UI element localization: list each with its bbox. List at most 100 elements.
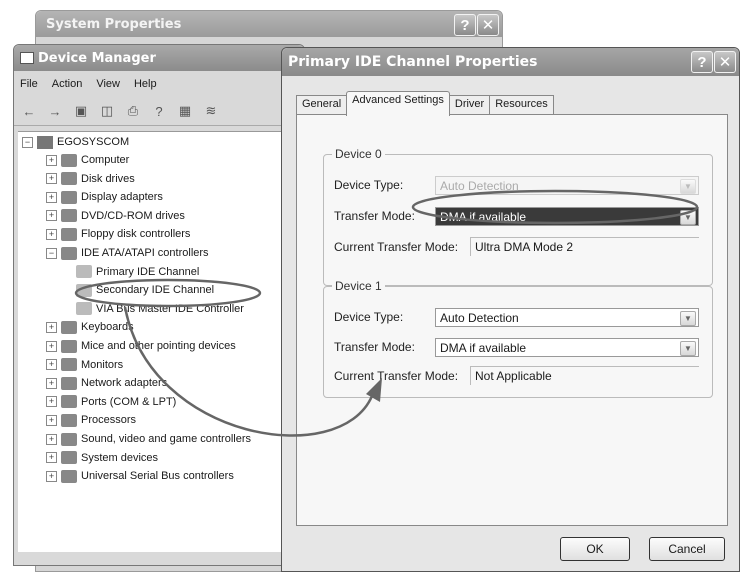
device1-type-select[interactable]: Auto Detection ▼ [435,308,699,327]
expand-icon[interactable]: + [46,340,57,352]
print-icon[interactable]: ⎙ [124,102,142,120]
device0-title: Device 0 [332,147,385,161]
device1-group: Device 1 Device Type: Auto Detection ▼ T… [323,279,713,398]
device-manager-title-bar[interactable]: Device Manager [14,45,304,71]
ok-button[interactable]: OK [560,537,630,561]
menu-action[interactable]: Action [52,78,83,90]
tree-item[interactable]: + Disk drives [46,171,135,187]
device0-transfer-label: Transfer Mode: [334,209,415,223]
device0-type-label: Device Type: [334,178,404,192]
device-icon [61,209,77,223]
toolbar: ← → ▣ ◫ ⎙ ? ▦ ≋ [14,97,304,126]
device1-type-label: Device Type: [334,310,404,324]
tree-item[interactable]: − IDE ATA/ATAPI controllers [46,245,209,261]
tree-item[interactable]: + Sound, video and game controllers [46,431,251,447]
device-icon [61,413,77,427]
help-icon[interactable]: ? [150,102,168,120]
device1-type-value: Auto Detection [440,310,519,325]
menu-file[interactable]: File [20,78,38,90]
expand-icon[interactable]: + [46,470,57,482]
tree-item[interactable]: + Display adapters [46,189,163,205]
tree-item-label: Floppy disk controllers [81,228,191,241]
expand-icon[interactable]: + [46,377,57,389]
tree-item[interactable]: Secondary IDE Channel [76,282,214,298]
device1-transfer-select[interactable]: DMA if available ▼ [435,338,699,357]
tree-item-label: Processors [81,414,137,427]
device-tree: − EGOSYSCOM + Computer + Disk drives + Displa… [18,131,304,552]
tree-item[interactable]: + Computer [46,152,129,168]
chevron-down-icon[interactable]: ▼ [680,210,696,225]
menu-view[interactable]: View [96,78,120,90]
device1-current-label: Current Transfer Mode: [334,369,459,383]
tree-item-label: VIA Bus Master IDE Controller [96,302,244,315]
device-icon [76,302,92,316]
expand-icon[interactable]: + [46,414,57,426]
chevron-down-icon[interactable]: ▼ [680,311,696,326]
tree-item[interactable]: + Ports (COM & LPT) [46,394,176,410]
expand-icon[interactable]: + [46,396,57,408]
forward-arrow-icon[interactable]: → [46,102,64,120]
expand-icon[interactable]: + [46,433,57,445]
device-icon [61,246,77,260]
tree-item[interactable]: VIA Bus Master IDE Controller [76,301,244,317]
tab-driver[interactable]: Driver [448,95,491,116]
tree-item-label: Secondary IDE Channel [96,284,215,297]
tree-item-label: Monitors [81,358,124,371]
ide-properties-title: Primary IDE Channel Properties [288,54,538,70]
expand-icon[interactable]: + [46,210,57,222]
system-properties-title-bar[interactable]: System Properties [36,11,502,37]
tab-strip: General Advanced Settings Driver Resourc… [296,91,554,116]
chevron-down-icon[interactable]: ▼ [680,341,696,356]
tree-item[interactable]: + Universal Serial Bus controllers [46,468,234,484]
tab-resources[interactable]: Resources [489,95,554,116]
tree-item[interactable]: + Keyboards [46,319,134,335]
device-icon [61,451,77,465]
tree-item[interactable]: + Monitors [46,357,123,373]
ide-properties-title-bar[interactable]: Primary IDE Channel Properties [282,48,739,76]
expand-icon[interactable]: + [46,452,57,464]
help-button[interactable]: ? [454,14,476,36]
collapse-icon[interactable]: − [46,247,57,259]
ide-help-button[interactable]: ? [691,51,713,73]
tree-item[interactable]: + Network adapters [46,375,167,391]
expand-icon[interactable]: + [46,228,57,240]
tab-advanced-settings[interactable]: Advanced Settings [346,91,450,116]
device1-transfer-label: Transfer Mode: [334,340,415,354]
device-icon [61,190,77,204]
scan-hardware-icon[interactable]: ▦ [176,102,194,120]
tree-item-label: Keyboards [81,321,134,334]
ide-close-button[interactable]: ✕ [714,51,736,73]
collapse-icon[interactable]: − [22,136,33,148]
back-arrow-icon[interactable]: ← [20,102,38,120]
show-hide-tree-icon[interactable]: ▣ [72,102,90,120]
tree-item[interactable]: + Mice and other pointing devices [46,338,236,354]
tree-item[interactable]: + System devices [46,450,158,466]
device0-transfer-select[interactable]: DMA if available ▼ [435,207,699,226]
expand-icon[interactable]: + [46,359,57,371]
device0-current-label: Current Transfer Mode: [334,240,459,254]
device1-transfer-value: DMA if available [440,340,527,355]
tree-item-label: Disk drives [81,172,135,185]
tree-item[interactable]: + Processors [46,412,136,428]
tree-item-label: Computer [81,154,130,166]
properties-icon[interactable]: ◫ [98,102,116,120]
tree-root[interactable]: − EGOSYSCOM [22,134,129,150]
update-driver-icon[interactable]: ≋ [202,102,220,120]
tree-item[interactable]: + Floppy disk controllers [46,226,190,242]
device-icon [61,358,77,372]
tab-general[interactable]: General [296,95,348,116]
expand-icon[interactable]: + [46,173,57,185]
close-button[interactable]: ✕ [477,14,499,36]
tree-item-label: Universal Serial Bus controllers [81,470,234,483]
expand-icon[interactable]: + [46,154,57,166]
expand-icon[interactable]: + [46,191,57,203]
tree-item-label: IDE ATA/ATAPI controllers [81,247,209,259]
tree-item-label: DVD/CD-ROM drives [81,209,185,222]
cancel-button[interactable]: Cancel [649,537,725,561]
menu-help[interactable]: Help [134,78,157,90]
device-icon [61,469,77,483]
tree-item[interactable]: + DVD/CD-ROM drives [46,208,185,224]
expand-icon[interactable]: + [46,321,57,333]
tree-item[interactable]: Primary IDE Channel [76,264,199,280]
device-manager-icon [20,52,34,64]
